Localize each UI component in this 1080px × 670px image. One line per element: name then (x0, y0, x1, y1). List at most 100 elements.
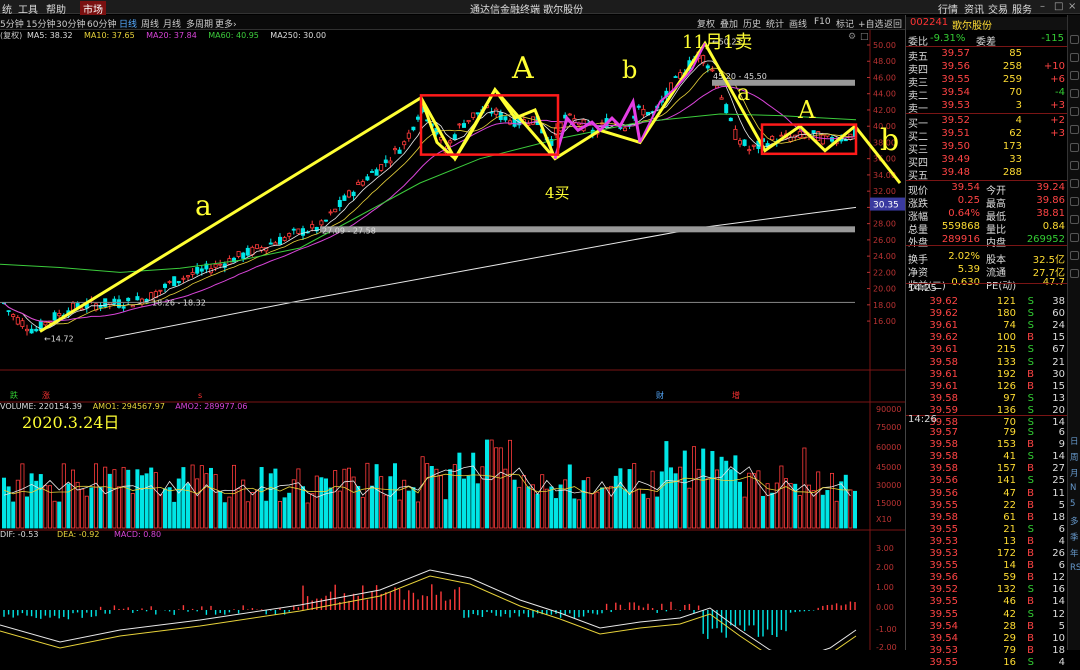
tab-15min[interactable]: 15分钟 (26, 17, 55, 30)
settings-icon[interactable]: ⚙ (848, 32, 856, 42)
volume-bar (678, 466, 683, 529)
divider (906, 113, 1068, 114)
volume-bar (181, 467, 186, 529)
sidebar-tool-icon[interactable] (1070, 251, 1079, 260)
tool-add-watchlist[interactable]: +自选 (858, 17, 884, 30)
minimize-icon[interactable]: – (1040, 1, 1045, 12)
menu-item-service[interactable]: 服务 (1012, 1, 1032, 16)
sidebar-tool-icon[interactable] (1070, 89, 1079, 98)
quote-cell: B (1027, 332, 1034, 344)
sidebar-tool-icon[interactable] (1070, 53, 1079, 62)
maximize-icon[interactable]: □ (1054, 1, 1063, 12)
volume-bar (287, 492, 292, 529)
menu-item-trade[interactable]: 交易 (988, 1, 1008, 16)
tool-back[interactable]: 返回 (884, 17, 902, 30)
volume-bar (531, 484, 536, 529)
volume-bar (747, 472, 752, 529)
sidebar-tool-icon[interactable] (1070, 35, 1079, 44)
bid-row: 买四 39.49 33 (906, 154, 1068, 169)
candle-body (117, 299, 122, 308)
quote-cell: 5.39 (957, 264, 980, 275)
sidebar-tool-icon[interactable] (1070, 269, 1079, 278)
tab-weekly[interactable]: 周线 (141, 17, 159, 30)
price-tick-label: 18.00 (873, 301, 896, 310)
quote-cell: 289916 (941, 234, 980, 245)
menu-item-tools[interactable]: 工具 (18, 1, 38, 16)
candle-body (162, 283, 167, 288)
volume-bar (498, 447, 503, 529)
right-sidebar: 日周月N 5 多季年 RSI (1067, 15, 1080, 650)
volume-bar (241, 479, 246, 529)
sidebar-tab-2[interactable]: 月 (1070, 467, 1079, 479)
quote-cell: 39.62 (929, 332, 958, 344)
menu-item-system[interactable]: 统 (2, 1, 12, 16)
menu-item-news[interactable]: 资讯 (964, 1, 984, 16)
sidebar-tab-1[interactable]: 周 (1070, 451, 1079, 463)
quote-cell: +2 (1050, 115, 1065, 126)
marker-zeng: 增 (732, 390, 740, 400)
quote-cell: 38 (1052, 296, 1065, 307)
tab-60min[interactable]: 60分钟 (87, 17, 116, 30)
sidebar-tool-icon[interactable] (1070, 107, 1079, 116)
tab-5min[interactable]: 5分钟 (0, 17, 24, 30)
tool-stats[interactable]: 统计 (766, 17, 784, 30)
stat-row: 换手 2.02% 股本 32.5亿 (906, 251, 1068, 266)
volume-bar (641, 493, 646, 529)
quote-cell: 2.02% (948, 251, 980, 262)
sidebar-tool-icon[interactable] (1070, 125, 1079, 134)
sidebar-tool-icon[interactable] (1070, 161, 1079, 170)
tool-draw[interactable]: 画线 (789, 17, 807, 30)
sidebar-tab-7[interactable]: 年 (1070, 547, 1079, 559)
tab-multi-period[interactable]: 多周期 (186, 17, 213, 30)
menu-item-market[interactable]: 市场 (80, 1, 106, 16)
volume-bar (692, 446, 697, 529)
tab-daily[interactable]: 日线 (119, 17, 137, 30)
quote-cell: 15 (1052, 332, 1065, 344)
sidebar-tool-icon[interactable] (1070, 233, 1079, 242)
quote-cell: 157 (996, 463, 1016, 475)
sidebar-tool-icon[interactable] (1070, 71, 1079, 80)
volume-bar (24, 496, 29, 529)
tool-mark[interactable]: 标记 (836, 17, 854, 30)
ma-legend-prefix: (复权) (0, 30, 22, 40)
quote-cell: 39.53 (941, 100, 970, 111)
maximize-panel-icon[interactable]: □ (860, 32, 869, 42)
menu-item-quotes[interactable]: 行情 (938, 1, 958, 16)
tool-overlay[interactable]: 叠加 (720, 17, 738, 30)
sidebar-tab-5[interactable]: 多 (1070, 515, 1079, 527)
volume-bar (305, 502, 310, 529)
sidebar-tool-icon[interactable] (1070, 179, 1079, 188)
tool-history[interactable]: 历史 (743, 17, 761, 30)
stock-header: 002241 歌尔股份 (906, 17, 1068, 32)
quote-cell: 16 (1052, 584, 1065, 596)
volume-bar (411, 487, 416, 529)
volume-bar (2, 477, 7, 529)
volume-bar (38, 474, 43, 529)
volume-bar (834, 500, 839, 529)
price-tick-label: 50.00 (873, 41, 896, 50)
tool-f10[interactable]: F10 (814, 17, 831, 27)
quote-cell: 33 (1009, 154, 1022, 165)
candle-body (213, 263, 218, 268)
sidebar-tool-icon[interactable] (1070, 143, 1079, 152)
menu-item-help[interactable]: 帮助 (46, 1, 66, 16)
tab-more[interactable]: 更多› (215, 17, 237, 30)
volume-bar (664, 441, 669, 529)
sidebar-tab-6[interactable]: 季 (1070, 531, 1079, 543)
quote-cell: B (1027, 511, 1034, 523)
quote-cell: S (1027, 523, 1034, 535)
quote-cell: 39.61 (929, 380, 958, 392)
tab-monthly[interactable]: 月线 (163, 17, 181, 30)
volume-bar (323, 478, 328, 529)
sidebar-tab-3[interactable]: N (1070, 483, 1076, 493)
tool-restore-rights[interactable]: 复权 (697, 17, 715, 30)
sidebar-tab-8[interactable]: RSI (1070, 563, 1080, 573)
sidebar-tab-4[interactable]: 5 (1070, 499, 1075, 509)
quote-cell: 21 (1003, 523, 1016, 535)
sidebar-tab-0[interactable]: 日 (1070, 435, 1079, 447)
close-icon[interactable]: × (1068, 1, 1076, 12)
tab-30min[interactable]: 30分钟 (56, 17, 85, 30)
kline-chart[interactable]: 18.26 - 18.3227.09 - 27.5845.20 - 45.50←… (0, 30, 905, 650)
sidebar-tool-icon[interactable] (1070, 197, 1079, 206)
sidebar-tool-icon[interactable] (1070, 215, 1079, 224)
